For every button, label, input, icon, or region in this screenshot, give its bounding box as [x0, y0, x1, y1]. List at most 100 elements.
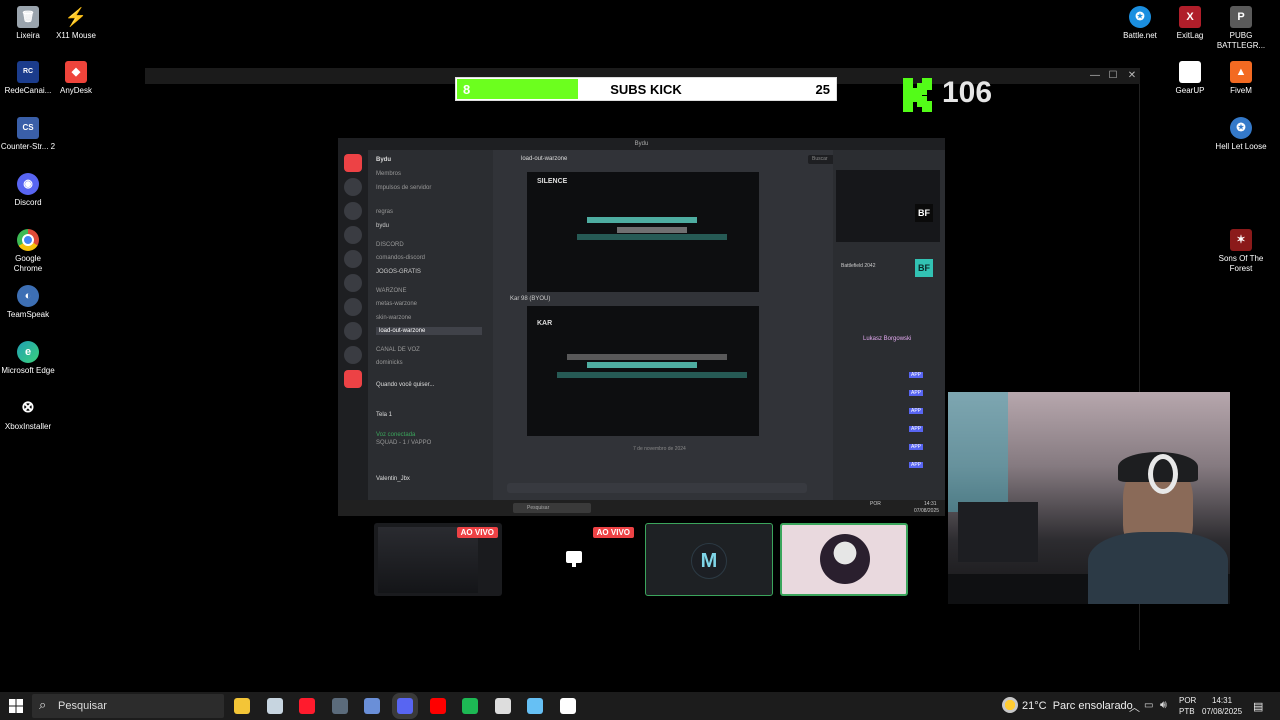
server-icon[interactable] — [344, 250, 362, 268]
server-badge-bf2[interactable]: BF — [915, 259, 933, 277]
chevron-up-icon[interactable]: ︿ — [1129, 699, 1140, 715]
monitor-icon — [566, 551, 582, 563]
shared-taskbar-date: 07/08/2025 — [914, 508, 940, 514]
notepad-icon[interactable] — [560, 698, 576, 714]
lang-top[interactable]: POR — [1179, 696, 1196, 705]
steam-alt-icon[interactable] — [527, 698, 544, 714]
channel-header: load-out-warzone — [521, 156, 568, 162]
file-explorer-icon[interactable] — [234, 698, 250, 714]
channel-item[interactable]: JOGOS-GRATIS — [376, 269, 421, 275]
discord-window-title: Bydu — [338, 138, 945, 150]
server-icon[interactable] — [344, 178, 362, 196]
minimize-icon[interactable]: — — [1086, 68, 1104, 84]
notification-icon[interactable]: ▤ — [1253, 700, 1263, 713]
teamspeak-icon: ◐ — [17, 285, 39, 307]
shared-windows-taskbar: Pesquisar POR 14:31 07/08/2025 — [338, 500, 945, 516]
clock-date[interactable]: 07/08/2025 — [1202, 707, 1242, 716]
message-input[interactable] — [507, 483, 807, 493]
hoodie — [1088, 532, 1228, 604]
network-icon[interactable]: ▭ — [1144, 700, 1153, 711]
exitlag-icon: X — [1179, 6, 1201, 28]
channel-category[interactable]: DISCORD — [376, 242, 404, 248]
lang-bottom[interactable]: PTB — [1179, 707, 1195, 716]
app-blue-icon[interactable] — [364, 698, 381, 714]
desktop-icon-xbox[interactable]: ⊗ XboxInstaller — [0, 397, 56, 432]
recycle-bin-icon: 🗑 — [17, 6, 39, 28]
desktop-icon-hell-let-loose[interactable]: ✪ Hell Let Loose — [1213, 117, 1269, 152]
weather-icon[interactable] — [1002, 697, 1018, 713]
member-name[interactable]: Lukasz Borgowski — [863, 336, 911, 342]
discord-taskbar-icon[interactable] — [397, 698, 413, 714]
subs-goal: 25 — [815, 82, 830, 97]
close-icon[interactable]: ✕ — [1123, 68, 1141, 84]
desktop-icon-battlenet[interactable]: ✪ Battle.net — [1112, 6, 1168, 41]
image-label: SILENCE — [537, 178, 568, 185]
server-icon[interactable] — [344, 226, 362, 244]
server-icon[interactable] — [344, 154, 362, 172]
desktop-icon-discord[interactable]: ◉ Discord — [0, 173, 56, 208]
channel-item[interactable]: comandos-discord — [376, 255, 425, 261]
desktop-icon-counter-strike[interactable]: CS Counter-Str... 2 — [0, 117, 56, 152]
channel-item[interactable]: Membros — [376, 171, 401, 177]
obs-icon[interactable] — [494, 698, 511, 714]
channel-category[interactable]: CANAL DE VOZ — [376, 347, 420, 353]
desktop-icon-chrome[interactable]: Google Chrome — [0, 229, 56, 274]
desktop-icon-teamspeak[interactable]: ◐ TeamSpeak — [0, 285, 56, 320]
channel-item[interactable]: skin-warzone — [376, 315, 411, 321]
server-list — [338, 150, 368, 504]
desktop-icon-pubg[interactable]: P PUBG BATTLEGR... — [1213, 6, 1269, 51]
user-avatar — [820, 534, 870, 584]
desktop-icon-fivem[interactable]: ▲ FiveM — [1213, 61, 1269, 96]
search-placeholder: Pesquisar — [58, 700, 107, 712]
server-icon[interactable] — [344, 322, 362, 340]
channel-category[interactable]: WARZONE — [376, 288, 406, 294]
live-badge: AO VIVO — [592, 527, 634, 538]
hell-let-loose-icon: ✪ — [1230, 117, 1252, 139]
loadout-image-kar[interactable]: KAR — [527, 306, 759, 436]
start-button[interactable] — [9, 699, 23, 713]
bottom-username[interactable]: Valentin_Jbx — [376, 476, 410, 482]
clock-time[interactable]: 14:31 — [1212, 696, 1232, 705]
channel-item[interactable]: bydu — [376, 223, 389, 229]
desktop-icon-gearup[interactable]: GearUP — [1162, 61, 1218, 96]
stream-tile-1[interactable]: AO VIVO — [374, 523, 502, 596]
volume-icon[interactable]: 🔊︎ — [1160, 699, 1167, 712]
server-icon[interactable] — [344, 274, 362, 292]
desktop-icon-edge[interactable]: e Microsoft Edge — [0, 341, 56, 376]
loadout-image-silence[interactable]: SILENCE — [527, 172, 759, 292]
desktop-icon-anydesk[interactable]: ◆ AnyDesk — [48, 61, 104, 96]
desktop-icon-sons-of-the-forest[interactable]: ✶ Sons Of The Forest — [1213, 229, 1269, 274]
youtube-icon[interactable] — [429, 698, 446, 714]
server-icon[interactable] — [344, 346, 362, 364]
weather-text[interactable]: 21°C Parc ensolarado — [1022, 700, 1133, 712]
steam-icon[interactable] — [266, 698, 283, 714]
avatar-tile-m[interactable]: M — [645, 523, 773, 596]
channel-item[interactable]: regras — [376, 209, 393, 215]
channel-item-active[interactable]: load-out-warzone — [376, 327, 482, 335]
stream-tile-2[interactable]: AO VIVO — [510, 523, 638, 596]
app-badge: APP — [909, 426, 924, 432]
channel-item[interactable]: metas-warzone — [376, 301, 417, 307]
maximize-icon[interactable]: ☐ — [1104, 68, 1122, 84]
stream-prompt: Quando você quiser... — [376, 382, 435, 388]
date-divider: 7 de novembro de 2024 — [633, 446, 686, 452]
server-icon[interactable] — [344, 370, 362, 388]
monitor-stand — [572, 563, 576, 567]
server-icon[interactable] — [344, 202, 362, 220]
member-list: BF BF Battlefield 2042 Lukasz Borgowski … — [833, 150, 945, 504]
channel-item[interactable]: dominicks — [376, 360, 403, 366]
avatar-tile-user[interactable] — [780, 523, 908, 596]
calculator-icon[interactable] — [331, 698, 348, 714]
subs-title: SUBS KICK — [610, 82, 682, 97]
app-badge: APP — [909, 372, 924, 378]
server-icon[interactable] — [344, 298, 362, 316]
desktop-icon-x11-mouse[interactable]: ⚡ X11 Mouse — [48, 6, 104, 41]
desktop-icon-exitlag[interactable]: X ExitLag — [1162, 6, 1218, 41]
channel-item[interactable]: Impulsos de servidor — [376, 185, 431, 191]
taskbar-search[interactable]: ⌕ Pesquisar — [32, 694, 224, 718]
server-badge-bf[interactable]: BF — [915, 204, 933, 222]
screen-share-view[interactable]: Bydu Bydu Membros Impulsos de servidor r… — [338, 138, 945, 516]
opera-icon[interactable] — [299, 698, 316, 714]
spotify-icon[interactable] — [462, 698, 479, 714]
server-name[interactable]: Bydu — [376, 157, 391, 163]
